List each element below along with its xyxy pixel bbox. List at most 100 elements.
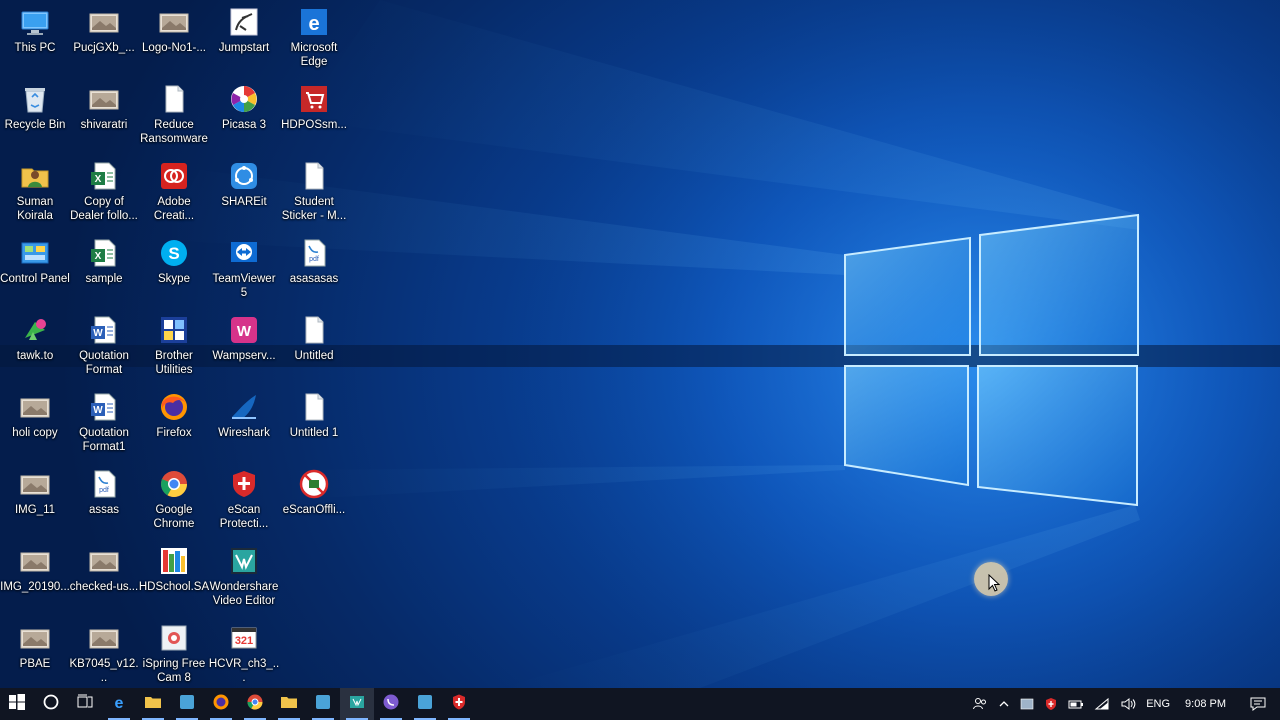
image-file-icon — [88, 545, 120, 577]
desktop-icon[interactable]: Jumpstart — [209, 2, 279, 76]
desktop-icon[interactable]: W Quotation Format1 — [69, 387, 139, 461]
desktop: This PC Recycle Bin Suman Koirala Control P… — [0, 0, 1280, 688]
hdpos-icon — [298, 83, 330, 115]
svg-text:pdf: pdf — [99, 487, 109, 494]
desktop-icon[interactable]: checked-us... — [69, 541, 139, 615]
desktop-icon[interactable]: pdf assas — [69, 464, 139, 538]
taskbar-app-teal[interactable] — [408, 688, 442, 720]
desktop-icon[interactable]: PBAE — [0, 618, 70, 692]
show-hidden-icons-chevron-icon[interactable] — [993, 688, 1015, 720]
desktop-icon[interactable]: TeamViewer 5 — [209, 233, 279, 307]
desktop-icon[interactable]: IMG_11 — [0, 464, 70, 538]
desktop-icon[interactable]: Untitled 1 — [279, 387, 349, 461]
desktop-icon[interactable]: SHAREit — [209, 156, 279, 230]
desktop-icon-label: Logo-No1-... — [142, 42, 206, 54]
desktop-icon-label: Skype — [158, 273, 190, 285]
taskbar-escan[interactable] — [442, 688, 476, 720]
taskbar-viber[interactable] — [374, 688, 408, 720]
desktop-icon[interactable]: HDPOSsm... — [279, 79, 349, 153]
desktop-icon[interactable]: Suman Koirala — [0, 156, 70, 230]
volume-icon[interactable] — [1115, 688, 1141, 720]
svg-text:W: W — [237, 323, 252, 340]
desktop-icon[interactable]: Brother Utilities — [139, 310, 209, 384]
desktop-icon[interactable]: shivaratri — [69, 79, 139, 153]
task-view-icon — [76, 693, 94, 716]
desktop-icon[interactable]: pdf asasasas — [279, 233, 349, 307]
language-indicator[interactable]: ENG — [1141, 688, 1175, 720]
desktop-icon-label: checked-us... — [69, 581, 139, 593]
pdf-file-icon: pdf — [88, 468, 120, 500]
svg-text:X: X — [95, 251, 102, 262]
taskbar: e ENG 9:08 PM — [0, 688, 1280, 720]
recycle-bin-icon — [19, 83, 51, 115]
desktop-icon[interactable]: Google Chrome — [139, 464, 209, 538]
desktop-icon[interactable]: Logo-No1-... — [139, 2, 209, 76]
desktop-icon[interactable]: Firefox — [139, 387, 209, 461]
svg-text:e: e — [308, 13, 319, 35]
word-file-icon: W — [88, 391, 120, 423]
desktop-icon[interactable]: IMG_20190... — [0, 541, 70, 615]
desktop-icon[interactable]: eScanOffli... — [279, 464, 349, 538]
desktop-icon-label: Firefox — [156, 427, 192, 439]
desktop-icon[interactable]: PucjGXb_... — [69, 2, 139, 76]
desktop-icon[interactable]: Control Panel — [0, 233, 70, 307]
desktop-icon[interactable]: HDSchool.SA — [139, 541, 209, 615]
desktop-icon[interactable]: Student Sticker - M... — [279, 156, 349, 230]
desktop-icon[interactable]: W Wampserv... — [209, 310, 279, 384]
taskbar-edge[interactable]: e — [102, 688, 136, 720]
desktop-icon[interactable]: holi copy — [0, 387, 70, 461]
cortana-button[interactable] — [34, 688, 68, 720]
start-button[interactable] — [0, 688, 34, 720]
desktop-icon[interactable]: 321 HCVR_ch3_... — [209, 618, 279, 692]
desktop-icon[interactable]: Recycle Bin — [0, 79, 70, 153]
desktop-icon[interactable]: W Quotation Format — [69, 310, 139, 384]
app-icon — [314, 693, 332, 716]
desktop-icon[interactable]: Adobe Creati... — [139, 156, 209, 230]
system-tray: ENG 9:08 PM — [967, 688, 1280, 720]
desktop-icon[interactable]: S Skype — [139, 233, 209, 307]
desktop-icon-label: eScan Protecti... — [219, 504, 269, 530]
svg-text:e: e — [115, 695, 124, 711]
cortana-circle-icon — [42, 693, 60, 716]
desktop-icon[interactable]: eScan Protecti... — [209, 464, 279, 538]
jumpstart-icon — [228, 6, 260, 38]
desktop-icon[interactable]: Untitled — [279, 310, 349, 384]
clock[interactable]: 9:08 PM — [1175, 688, 1236, 720]
wifi-icon[interactable] — [1089, 688, 1115, 720]
desktop-icon[interactable]: X Copy of Dealer follo... — [69, 156, 139, 230]
desktop-icon[interactable]: Picasa 3 — [209, 79, 279, 153]
desktop-icon-label: holi copy — [12, 427, 58, 439]
tray-app-icon[interactable] — [1015, 688, 1039, 720]
desktop-icon[interactable]: This PC — [0, 2, 70, 76]
image-file-icon — [158, 6, 190, 38]
svg-text:pdf: pdf — [309, 256, 319, 263]
user-folder-icon — [19, 160, 51, 192]
taskbar-chrome[interactable] — [238, 688, 272, 720]
taskbar-app-settings[interactable] — [306, 688, 340, 720]
desktop-icon[interactable]: tawk.to — [0, 310, 70, 384]
desktop-icon-label: This PC — [14, 42, 56, 54]
taskbar-firefox[interactable] — [204, 688, 238, 720]
desktop-icon-label: Control Panel — [0, 273, 70, 285]
escan-tray-icon[interactable] — [1039, 688, 1063, 720]
firefox-icon — [212, 693, 230, 716]
escan-icon — [228, 468, 260, 500]
taskbar-video-app[interactable] — [340, 688, 374, 720]
desktop-icon[interactable]: e Microsoft Edge — [279, 2, 349, 76]
desktop-icon[interactable]: Reduce Ransomware — [139, 79, 209, 153]
taskbar-folder-yellow[interactable] — [272, 688, 306, 720]
action-center-icon[interactable] — [1236, 688, 1280, 720]
hdschool-icon — [158, 545, 190, 577]
taskbar-file-explorer[interactable] — [136, 688, 170, 720]
desktop-icon[interactable]: Wireshark — [209, 387, 279, 461]
desktop-icon[interactable]: Xsample — [69, 233, 139, 307]
desktop-icon[interactable]: iSpring Free Cam 8 — [139, 618, 209, 692]
people-icon[interactable] — [967, 688, 993, 720]
desktop-icon[interactable]: KB7045_v12... — [69, 618, 139, 692]
desktop-icon-label: Untitled — [294, 350, 334, 362]
battery-icon[interactable] — [1063, 688, 1089, 720]
taskbar-app-green[interactable] — [170, 688, 204, 720]
desktop-icon[interactable]: Wondershare Video Editor — [209, 541, 279, 615]
edge-icon: e — [110, 693, 128, 716]
task-view-button[interactable] — [68, 688, 102, 720]
